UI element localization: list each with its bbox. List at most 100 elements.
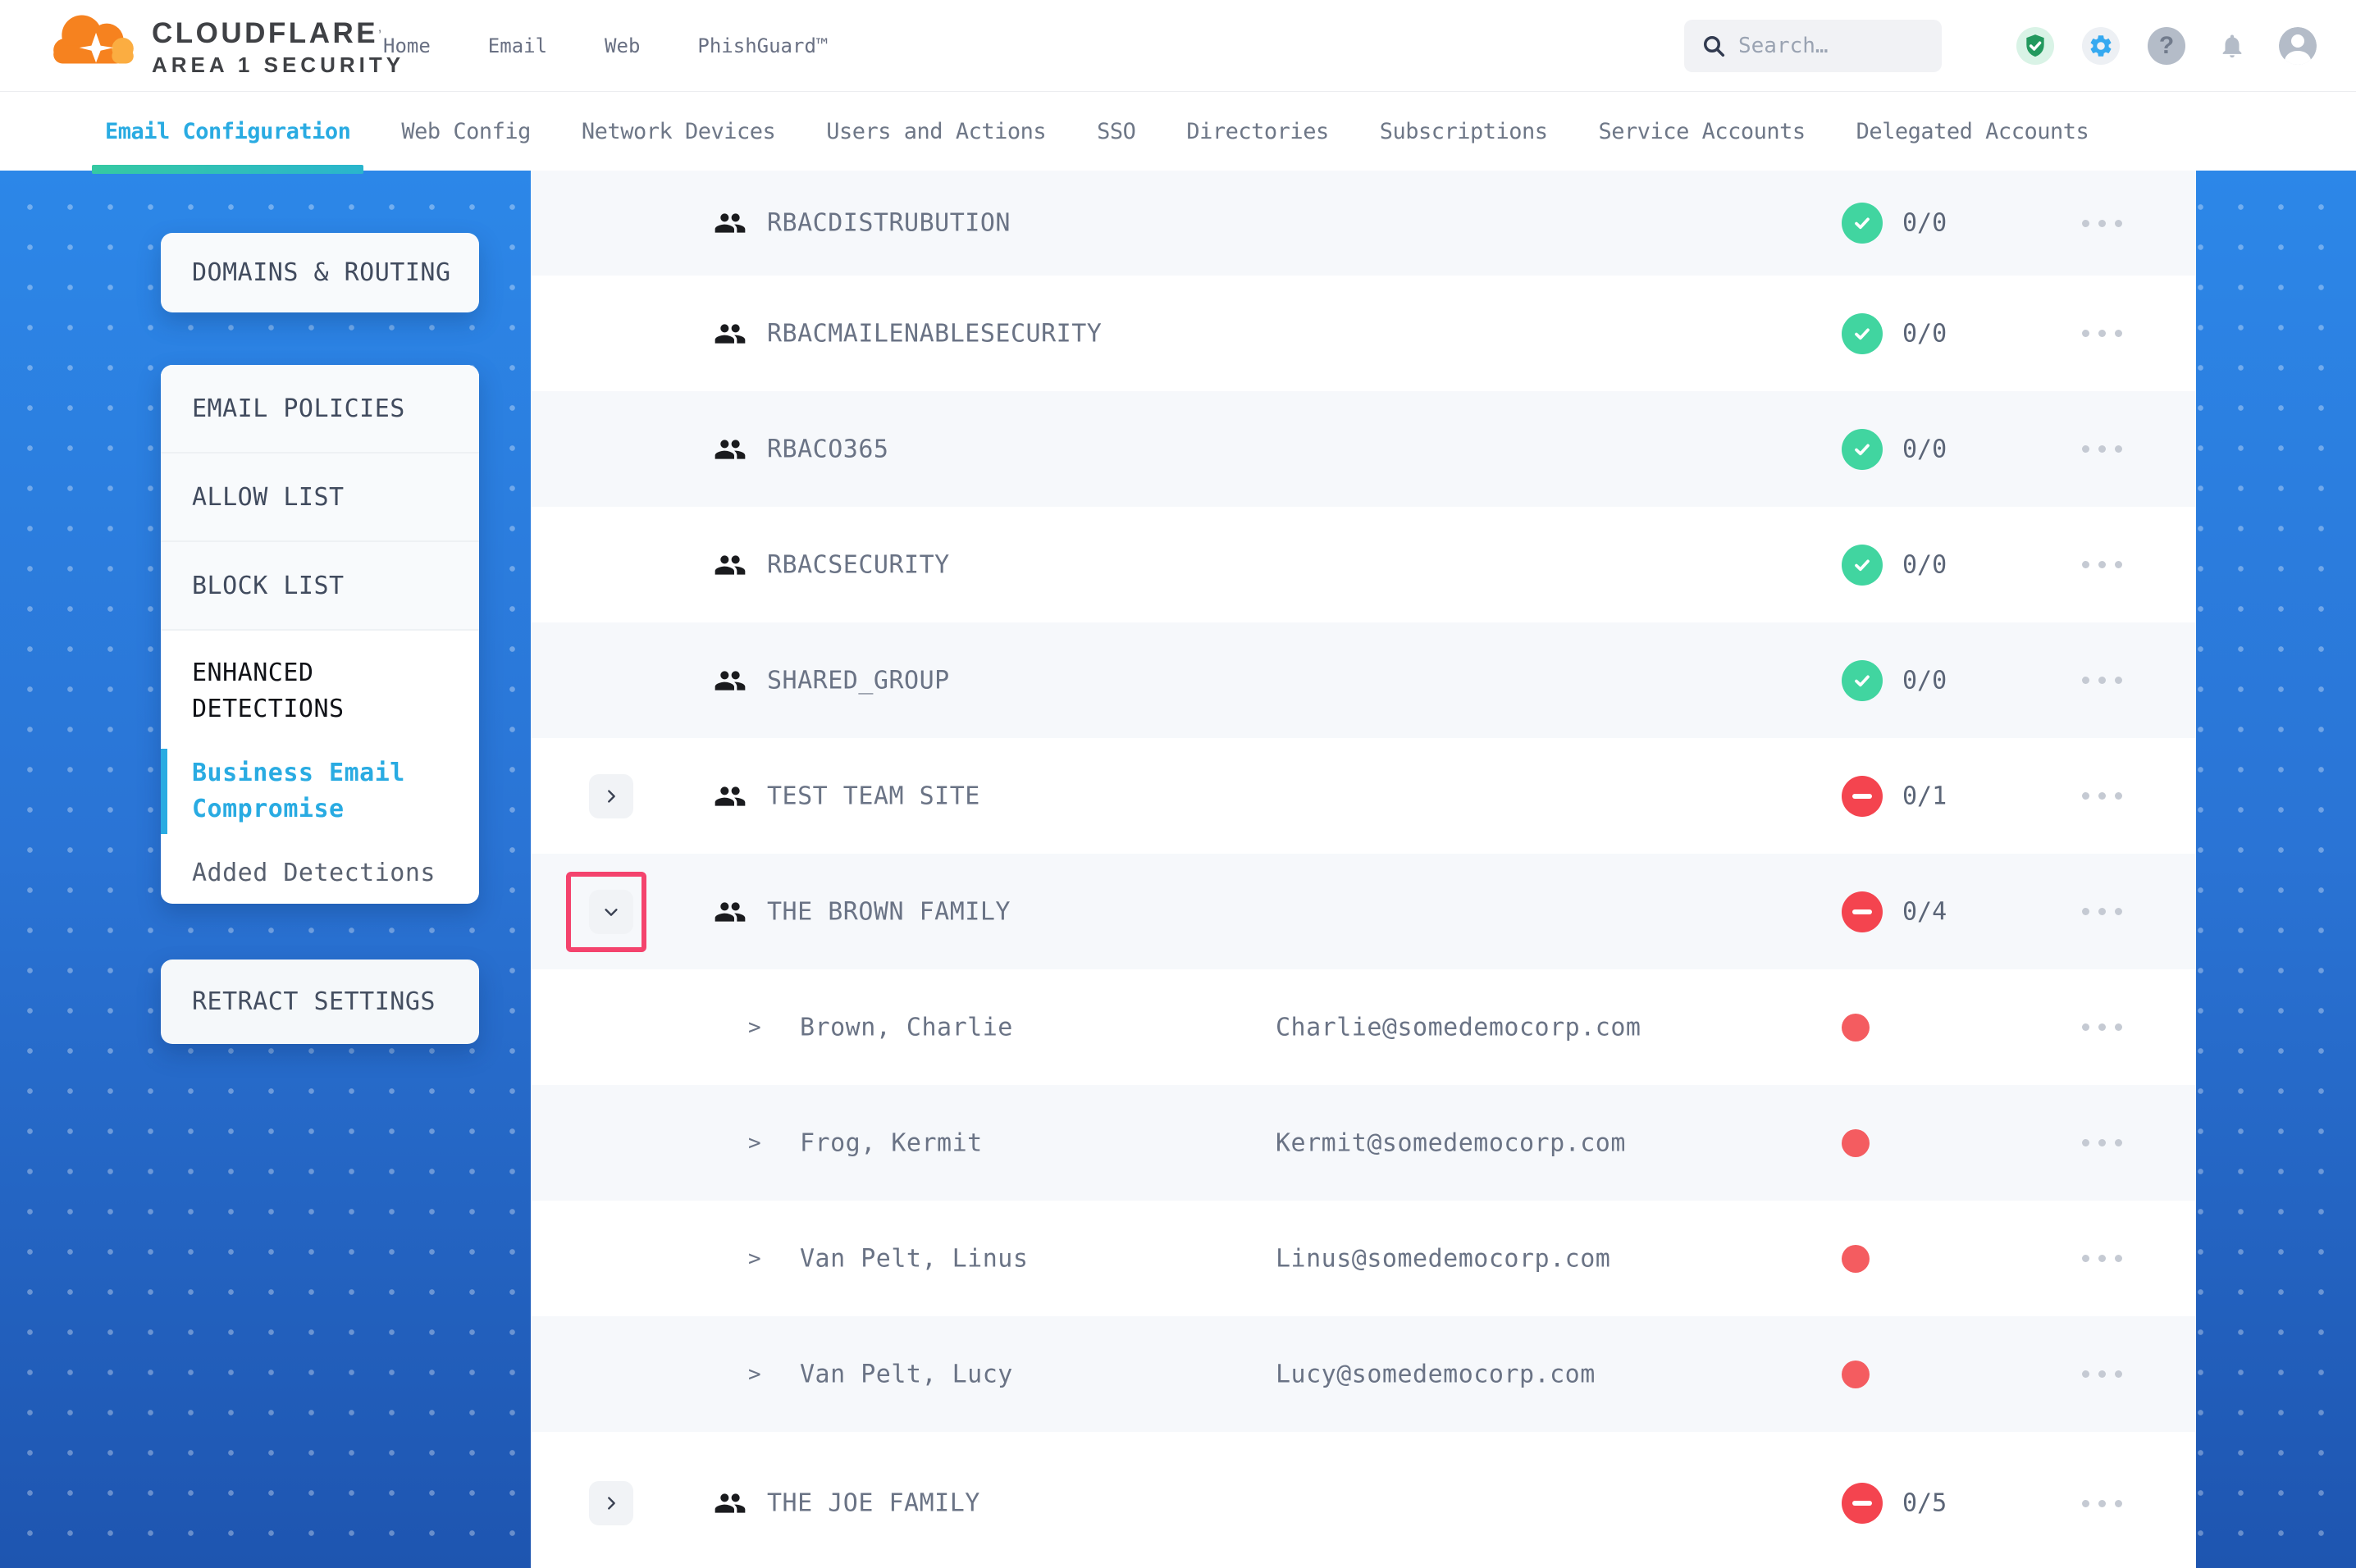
sidebar-label: BLOCK LIST (192, 572, 345, 600)
status-badge (1842, 545, 1883, 586)
group-icon (714, 664, 747, 697)
account-icon[interactable] (2279, 27, 2317, 65)
tab-label: Web Config (401, 119, 531, 144)
ellipsis-icon (2082, 1370, 2089, 1378)
member-count: 0/0 (1902, 319, 1947, 348)
row-menu-button[interactable] (2066, 431, 2137, 467)
nav-item-email[interactable]: Email (488, 34, 547, 57)
row-email: Charlie@somedemocorp.com (1276, 1013, 1641, 1042)
minus-icon (1852, 794, 1872, 799)
table-row-member[interactable]: > Van Pelt, Linus Linus@somedemocorp.com (531, 1201, 2196, 1316)
sidebar-item-retract-settings[interactable]: RETRACT SETTINGS (161, 959, 479, 1044)
member-count: 0/1 (1902, 782, 1947, 810)
tab-web-config[interactable]: Web Config (401, 92, 531, 171)
row-menu-button[interactable] (2066, 205, 2137, 241)
row-name: TEST TEAM SITE (767, 782, 980, 810)
tab-subscriptions[interactable]: Subscriptions (1380, 92, 1548, 171)
nav-item-phishguard[interactable]: PhishGuard™ (697, 34, 828, 57)
tab-network-devices[interactable]: Network Devices (582, 92, 775, 171)
status-badge (1842, 660, 1883, 701)
search-bar[interactable] (1684, 20, 1942, 72)
status-dot (1842, 1361, 1870, 1388)
cloudflare-logo: CLOUDFLARE’ AREA 1 SECURITY (45, 10, 404, 78)
table-row-group[interactable]: > RBACMAILENABLESECURITY 0/0 (531, 276, 2196, 391)
cloudflare-cloud-icon (45, 10, 144, 71)
tab-label: Subscriptions (1380, 119, 1548, 144)
help-icon[interactable]: ? (2148, 27, 2185, 65)
tab-service-accounts[interactable]: Service Accounts (1599, 92, 1806, 171)
group-icon (714, 780, 747, 813)
table-row-member[interactable]: > Frog, Kermit Kermit@somedemocorp.com (531, 1085, 2196, 1201)
brand-subtitle: AREA 1 SECURITY (152, 52, 404, 78)
settings-gear-icon[interactable] (2082, 27, 2120, 65)
row-name: RBACMAILENABLESECURITY (767, 319, 1102, 348)
row-menu-button[interactable] (2066, 1125, 2137, 1161)
row-menu-button[interactable] (2066, 1485, 2137, 1521)
sidebar-item-email-policies[interactable]: EMAIL POLICIES (161, 365, 479, 454)
tab-delegated-accounts[interactable]: Delegated Accounts (1856, 92, 2089, 171)
group-icon (714, 549, 747, 581)
nav-item-home[interactable]: Home (383, 34, 431, 57)
content-area: DOMAINS & ROUTING EMAIL POLICIES ALLOW L… (0, 171, 2356, 1568)
row-email: Kermit@somedemocorp.com (1276, 1128, 1626, 1157)
row-menu-button[interactable] (2066, 894, 2137, 930)
shield-check-icon[interactable] (2016, 27, 2054, 65)
member-count: 0/0 (1902, 435, 1947, 463)
sidebar-item-business-email-compromise[interactable]: Business Email Compromise (192, 755, 458, 827)
tab-label: Directories (1186, 119, 1328, 144)
nav-item-web[interactable]: Web (605, 34, 640, 57)
row-menu-button[interactable] (2066, 316, 2137, 352)
groups-table: > RBACDISTRUBUTION 0/0 > RBACMAILENABLES… (531, 171, 2196, 1568)
group-icon (714, 1487, 747, 1520)
header-icon-group: ? (2016, 27, 2317, 65)
sidebar-item-added-detections[interactable]: Added Detections (192, 855, 458, 891)
row-menu-button[interactable] (2066, 1241, 2137, 1277)
row-name: RBACO365 (767, 435, 889, 463)
row-menu-button[interactable] (2066, 1356, 2137, 1393)
tab-sso[interactable]: SSO (1097, 92, 1135, 171)
table-row-group[interactable]: > SHARED_GROUP 0/0 (531, 622, 2196, 738)
sidebar-item-domains-routing[interactable]: DOMAINS & ROUTING (161, 233, 479, 312)
table-row-group[interactable]: > THE BROWN FAMILY 0/4 (531, 854, 2196, 969)
tab-users-and-actions[interactable]: Users and Actions (826, 92, 1046, 171)
table-row-group[interactable]: > RBACO365 0/0 (531, 391, 2196, 507)
row-menu-button[interactable] (2066, 547, 2137, 583)
table-row-group[interactable]: > RBACSECURITY 0/0 (531, 507, 2196, 622)
row-menu-button[interactable] (2066, 663, 2137, 699)
expand-chevron-button[interactable] (589, 890, 633, 934)
ellipsis-icon (2082, 1023, 2089, 1031)
ellipsis-icon (2082, 792, 2089, 800)
ellipsis-icon (2082, 908, 2089, 915)
top-nav: Home Email Web PhishGuard™ (383, 0, 828, 92)
table-row-group[interactable]: > TEST TEAM SITE 0/1 (531, 738, 2196, 854)
row-name: SHARED_GROUP (767, 666, 950, 695)
ellipsis-icon (2082, 1255, 2089, 1262)
table-row-member[interactable]: > Van Pelt, Lucy Lucy@somedemocorp.com (531, 1316, 2196, 1432)
search-icon (1701, 33, 1727, 59)
status-dot (1842, 1129, 1870, 1157)
tab-email-configuration[interactable]: Email Configuration (105, 92, 350, 171)
member-count: 0/0 (1902, 550, 1947, 579)
row-menu-button[interactable] (2066, 1010, 2137, 1046)
notifications-bell-icon[interactable] (2213, 27, 2251, 65)
row-name: THE BROWN FAMILY (767, 897, 1011, 926)
row-name: Van Pelt, Lucy (800, 1360, 1013, 1388)
brand-name: CLOUDFLARE’ (152, 18, 404, 49)
table-row-group[interactable]: > RBACDISTRUBUTION 0/0 (531, 171, 2196, 276)
table-row-member[interactable]: > Brown, Charlie Charlie@somedemocorp.co… (531, 969, 2196, 1085)
expand-chevron-button[interactable] (589, 774, 633, 818)
ellipsis-icon (2082, 677, 2089, 684)
tab-directories[interactable]: Directories (1186, 92, 1328, 171)
row-menu-button[interactable] (2066, 778, 2137, 814)
expand-chevron-button[interactable] (589, 1481, 633, 1525)
status-badge (1842, 313, 1883, 354)
row-name: Brown, Charlie (800, 1013, 1013, 1042)
sidebar-item-allow-list[interactable]: ALLOW LIST (161, 454, 479, 542)
ellipsis-icon (2082, 220, 2089, 227)
tab-label: Users and Actions (826, 119, 1046, 144)
group-icon (714, 896, 747, 928)
search-input[interactable] (1738, 34, 1927, 58)
sidebar-item-block-list[interactable]: BLOCK LIST (161, 542, 479, 631)
group-icon (714, 207, 747, 239)
table-row-group[interactable]: > THE JOE FAMILY 0/5 (531, 1432, 2196, 1568)
